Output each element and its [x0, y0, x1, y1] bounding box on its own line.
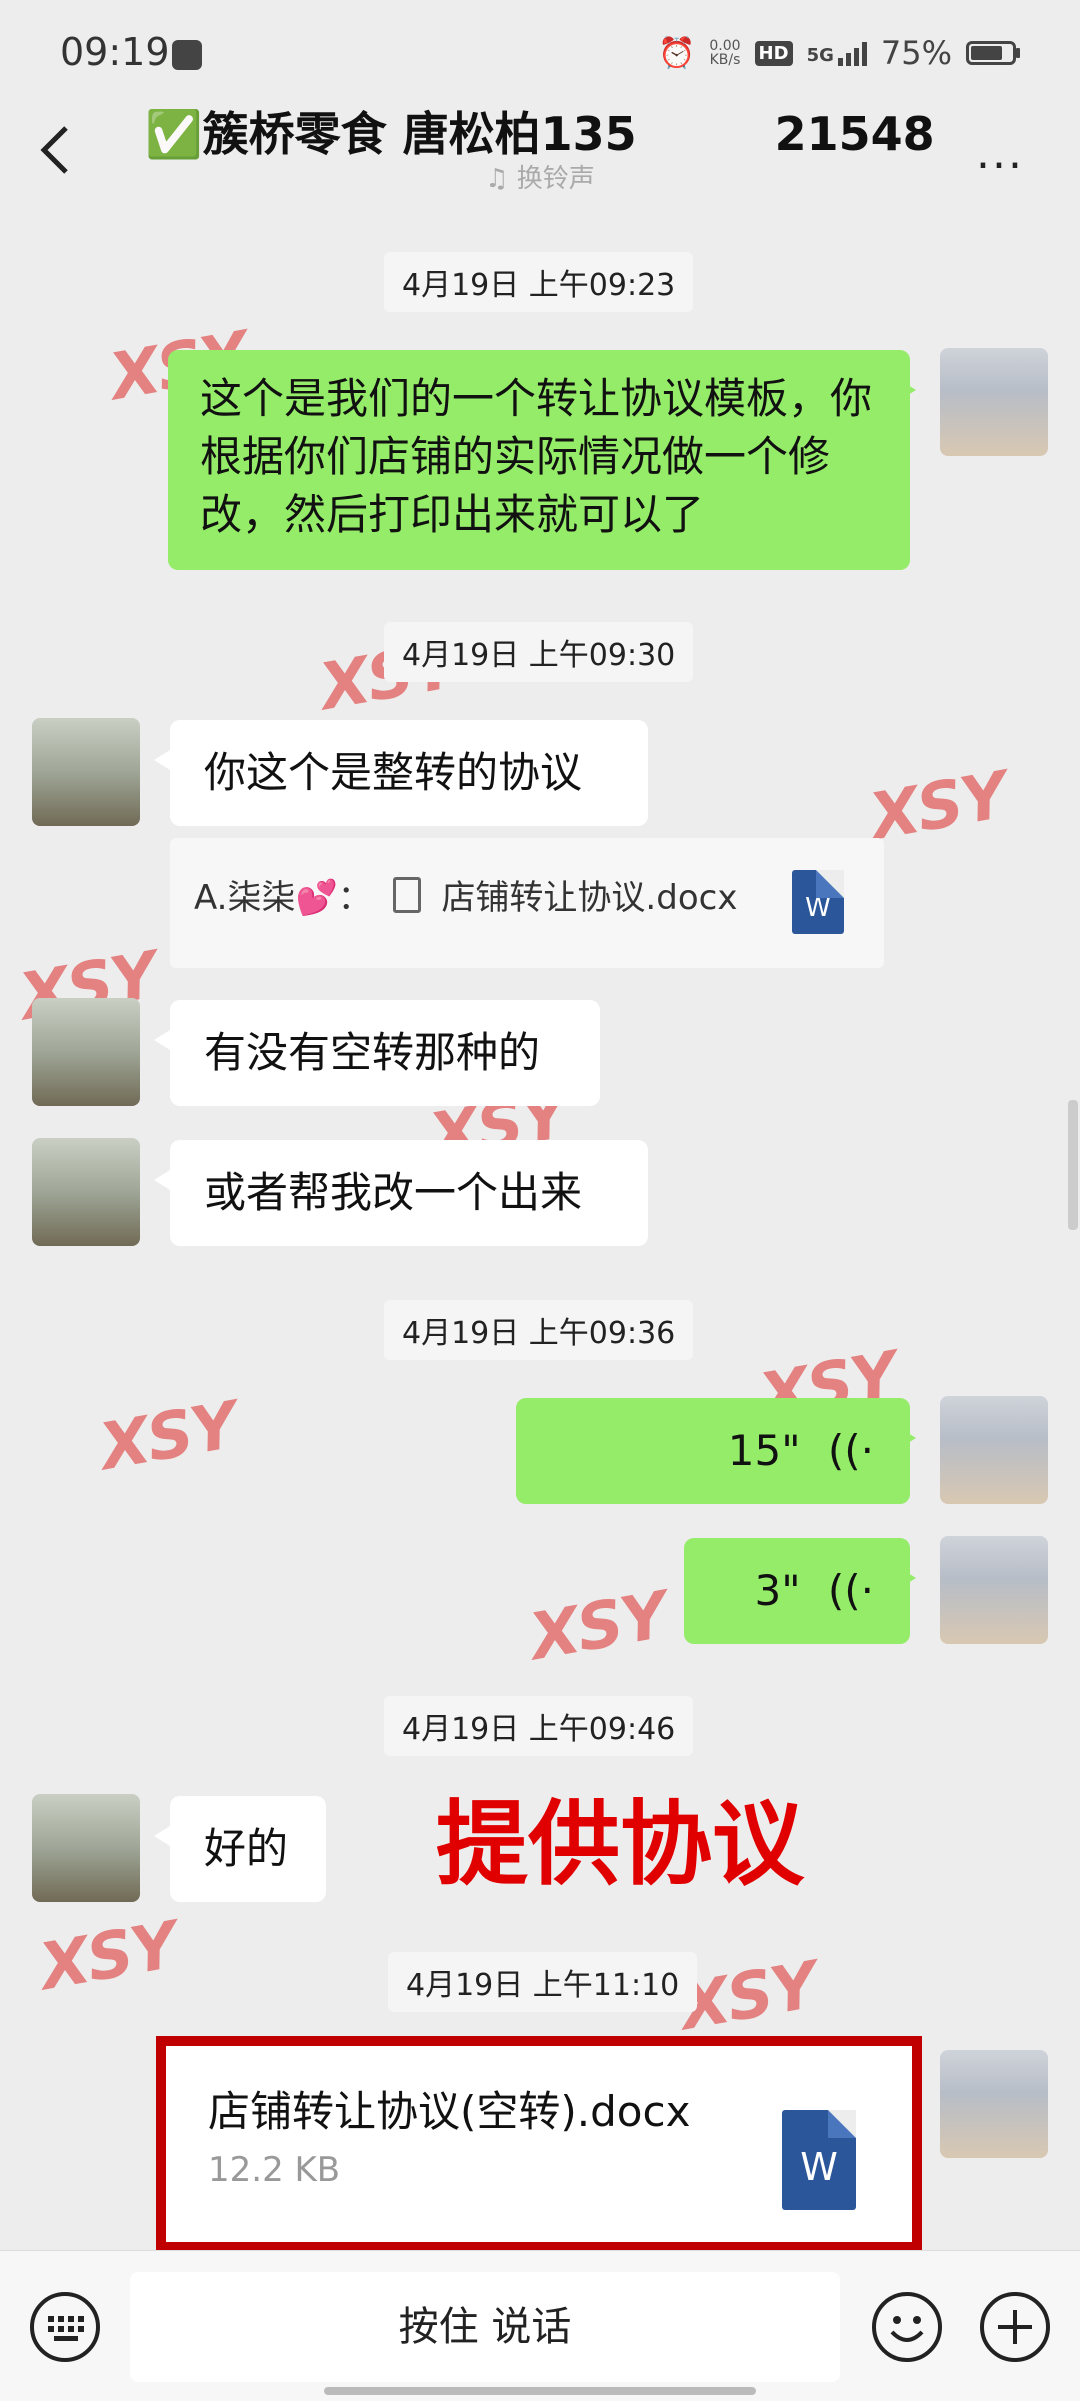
- home-indicator[interactable]: [324, 2387, 756, 2395]
- message-bubble-received[interactable]: 或者帮我改一个出来: [154, 1140, 648, 1246]
- watermark-logo: XSY: [34, 1908, 182, 2006]
- alarm-icon: ⏰: [658, 35, 696, 71]
- timestamp: 4月19日 上午11:10: [388, 1952, 698, 2012]
- avatar-contact[interactable]: [32, 998, 140, 1106]
- watermark-logo: XSY: [94, 1388, 242, 1486]
- ringtone-text: 换铃声: [516, 164, 595, 194]
- avatar-me[interactable]: [940, 2050, 1048, 2158]
- battery-icon: [966, 41, 1020, 65]
- timestamp: 4月19日 上午09:23: [384, 252, 694, 312]
- avatar-contact[interactable]: [32, 1138, 140, 1246]
- keyboard-icon: [48, 2316, 84, 2341]
- status-indicators: ⏰ 0.00 KB/s HD 5G 75%: [658, 34, 1020, 72]
- scrollbar[interactable]: [1068, 1100, 1078, 1230]
- notification-icon: [172, 40, 202, 70]
- file-name: 店铺转让协议(空转).docx: [208, 2087, 691, 2136]
- status-time: 09:19: [60, 30, 170, 74]
- keyboard-toggle-button[interactable]: [30, 2292, 100, 2362]
- avatar-me[interactable]: [940, 1396, 1048, 1504]
- emoji-icon: [890, 2316, 924, 2342]
- status-bar: 09:19 ⏰ 0.00 KB/s HD 5G 75%: [0, 0, 1080, 110]
- word-file-icon: W: [782, 2110, 856, 2210]
- plus-icon: [998, 2310, 1032, 2344]
- watermark-logo: XSY: [864, 758, 1012, 856]
- message-bubble-sent[interactable]: 这个是我们的一个转让协议模板，你根据你们店铺的实际情况做一个修改，然后打印出来就…: [168, 350, 916, 570]
- voice-duration: 15": [727, 1426, 801, 1475]
- net-speed-value: 0.00: [709, 38, 741, 54]
- hold-to-talk-button[interactable]: 按住 说话: [130, 2272, 840, 2382]
- watermark-logo: XSY: [524, 1578, 672, 1676]
- timestamp: 4月19日 上午09:30: [384, 622, 694, 682]
- message-bubble-received[interactable]: 你这个是整转的协议: [154, 720, 648, 826]
- more-options-button[interactable]: ...: [976, 128, 1024, 179]
- battery-percent: 75%: [880, 34, 952, 72]
- voice-message[interactable]: 15" ((·: [516, 1398, 916, 1504]
- emoji-button[interactable]: [872, 2292, 942, 2362]
- avatar-contact[interactable]: [32, 718, 140, 826]
- avatar-contact[interactable]: [32, 1794, 140, 1902]
- network-label: 5G: [806, 45, 834, 66]
- avatar-me[interactable]: [940, 1536, 1048, 1644]
- message-bubble-received[interactable]: 好的: [154, 1796, 326, 1902]
- overlay-label: 提供协议: [436, 1791, 805, 1898]
- add-button[interactable]: [980, 2292, 1050, 2362]
- chat-title: ✅簇桥零食 唐松柏135 21548: [145, 107, 935, 161]
- file-message[interactable]: 店铺转让协议(空转).docx 12.2 KB W: [156, 2036, 922, 2252]
- signal-icon: [837, 40, 867, 66]
- network-type: 5G: [807, 40, 867, 66]
- hd-badge: HD: [754, 40, 793, 66]
- voice-wave-icon: ((·: [827, 1566, 874, 1615]
- ringtone-label[interactable]: ♫ 换铃声: [0, 158, 1080, 195]
- quote-sender: A.柒柒💕：: [194, 878, 372, 918]
- quote-file-name: 店铺转让协议.docx: [441, 878, 738, 918]
- voice-duration: 3": [754, 1566, 801, 1615]
- word-file-icon: W: [792, 870, 844, 934]
- file-size: 12.2 KB: [208, 2150, 341, 2190]
- net-speed: 0.00 KB/s: [709, 39, 740, 67]
- ringtone-icon: ♫: [485, 164, 509, 194]
- voice-wave-icon: ((·: [827, 1426, 874, 1475]
- quoted-message[interactable]: A.柒柒💕： 店铺转让协议.docx: [170, 838, 884, 968]
- voice-message[interactable]: 3" ((·: [684, 1538, 916, 1644]
- net-speed-unit: KB/s: [709, 52, 741, 68]
- document-icon: [392, 877, 421, 913]
- timestamp: 4月19日 上午09:46: [384, 1696, 694, 1756]
- avatar-me[interactable]: [940, 348, 1048, 456]
- message-bubble-received[interactable]: 有没有空转那种的: [154, 1000, 600, 1106]
- timestamp: 4月19日 上午09:36: [384, 1300, 694, 1360]
